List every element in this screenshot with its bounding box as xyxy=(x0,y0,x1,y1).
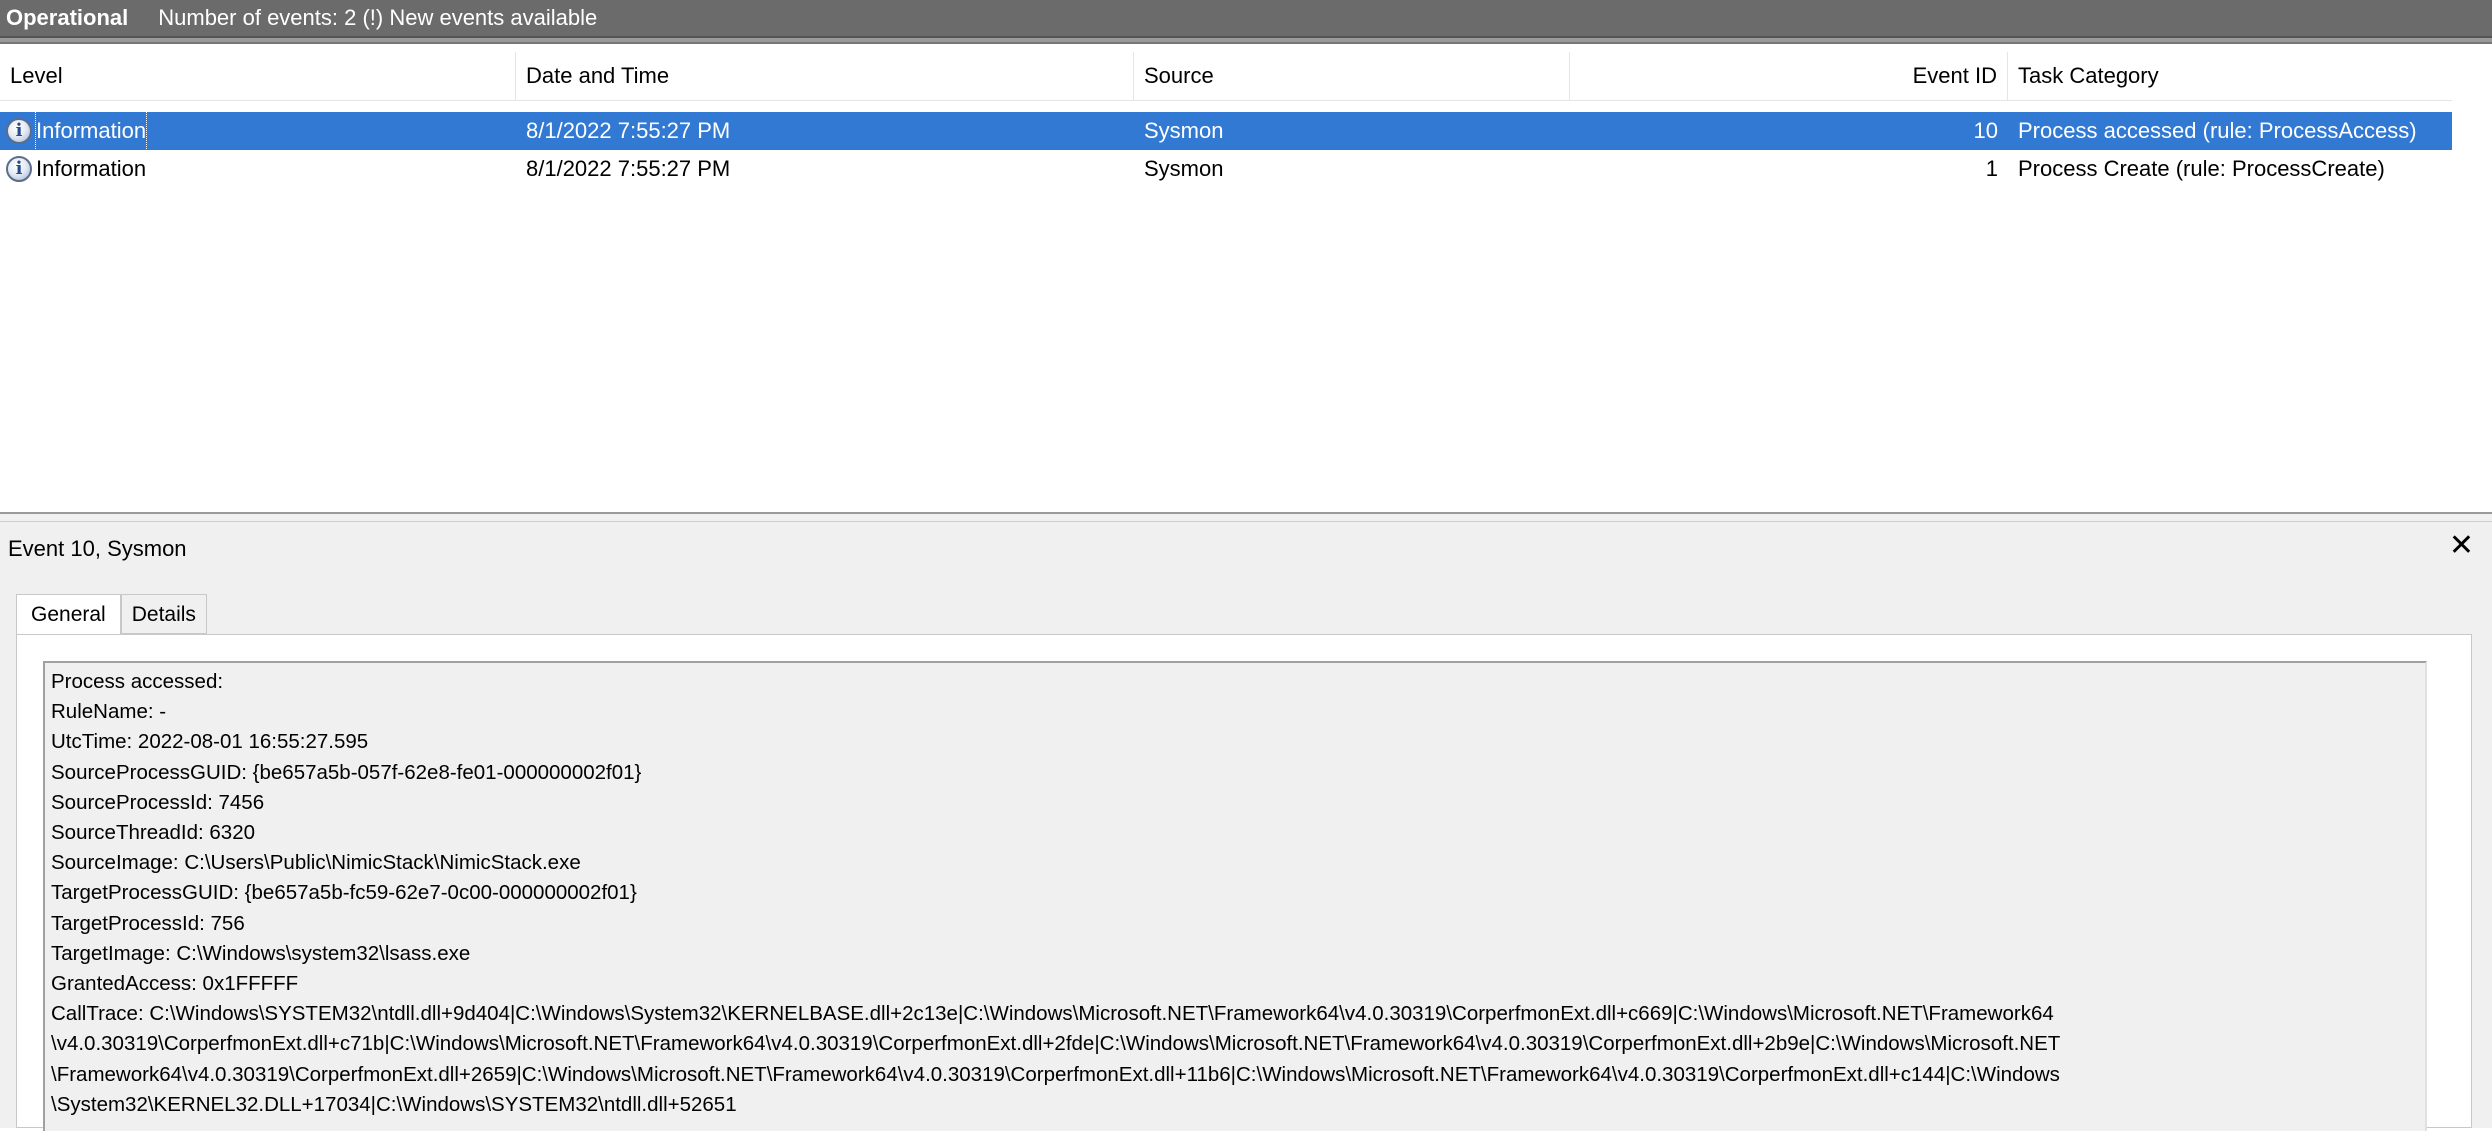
general-tab-panel: Process accessed: RuleName: - UtcTime: 2… xyxy=(16,634,2472,1131)
tab-details[interactable]: Details xyxy=(120,594,207,634)
event-description-box[interactable]: Process accessed: RuleName: - UtcTime: 2… xyxy=(43,661,2427,1131)
event-id: 1 xyxy=(1985,156,1998,181)
description-line: GrantedAccess: 0x1FFFFF xyxy=(51,972,299,996)
event-details-title: Event 10, Sysmon xyxy=(8,536,187,561)
event-task-category: Process accessed (rule: ProcessAccess) xyxy=(2018,118,2417,143)
event-row[interactable]: i Information 8/1/2022 7:55:27 PM Sysmon… xyxy=(0,150,2452,188)
column-header-task-category[interactable]: Task Category xyxy=(2008,52,2452,100)
event-list-header: Level Date and Time Source Event ID Task… xyxy=(0,52,2452,101)
event-row-selected[interactable]: i Information 8/1/2022 7:55:27 PM Sysmon… xyxy=(0,111,2452,151)
description-line: \v4.0.30319\CorperfmonExt.dll+c71b|C:\Wi… xyxy=(51,1032,2061,1056)
information-icon: i xyxy=(6,156,32,182)
description-line: SourceProcessId: 7456 xyxy=(51,790,265,814)
description-line: CallTrace: C:\Windows\SYSTEM32\ntdll.dll… xyxy=(51,1002,2054,1026)
description-line: SourceProcessGUID: {be657a5b-057f-62e8-f… xyxy=(51,760,642,784)
event-date: 8/1/2022 7:55:27 PM xyxy=(526,156,731,181)
tab-general[interactable]: General xyxy=(16,594,121,636)
pane-splitter[interactable] xyxy=(0,512,2492,522)
events-count-info[interactable]: Number of events: 2 (!) New events avail… xyxy=(158,5,597,31)
description-line: TargetProcessGUID: {be657a5b-fc59-62e7-0… xyxy=(51,881,637,905)
event-list[interactable]: Level Date and Time Source Event ID Task… xyxy=(0,52,2452,512)
header-divider xyxy=(0,38,2492,44)
event-source: Sysmon xyxy=(1144,118,1224,143)
description-line: SourceThreadId: 6320 xyxy=(51,821,255,845)
event-level-cell: i Information xyxy=(6,150,516,188)
description-line: UtcTime: 2022-08-01 16:55:27.595 xyxy=(51,730,369,754)
column-header-source[interactable]: Source xyxy=(1134,52,1570,100)
log-header-bar: Operational Number of events: 2 (!) New … xyxy=(0,0,2492,38)
description-line: TargetImage: C:\Windows\system32\lsass.e… xyxy=(51,941,471,965)
event-level: Information xyxy=(34,111,148,151)
description-line: Process accessed: xyxy=(51,670,224,693)
description-line: TargetProcessId: 756 xyxy=(51,911,245,935)
event-details-pane: Event 10, Sysmon ✕ General Details Proce… xyxy=(0,522,2492,1131)
description-line: \System32\KERNEL32.DLL+17034|C:\Windows\… xyxy=(51,1092,737,1116)
event-source: Sysmon xyxy=(1144,156,1224,181)
description-line: SourceImage: C:\Users\Public\NimicStack\… xyxy=(51,851,581,875)
description-line: RuleName: - xyxy=(51,700,167,724)
event-id: 10 xyxy=(1973,118,1998,143)
details-tabs: General Details xyxy=(16,594,207,636)
column-header-level[interactable]: Level xyxy=(0,52,516,100)
log-name: Operational xyxy=(6,5,129,30)
description-line: \Framework64\v4.0.30319\CorperfmonExt.dl… xyxy=(51,1062,2060,1086)
close-icon[interactable]: ✕ xyxy=(2449,528,2474,563)
event-task-category: Process Create (rule: ProcessCreate) xyxy=(2018,156,2385,181)
column-header-event-id[interactable]: Event ID xyxy=(1570,52,2008,100)
event-level-cell: i Information xyxy=(6,111,516,151)
column-header-date[interactable]: Date and Time xyxy=(516,52,1134,100)
information-icon: i xyxy=(6,118,32,144)
event-level: Information xyxy=(36,156,147,181)
event-date: 8/1/2022 7:55:27 PM xyxy=(526,118,731,143)
